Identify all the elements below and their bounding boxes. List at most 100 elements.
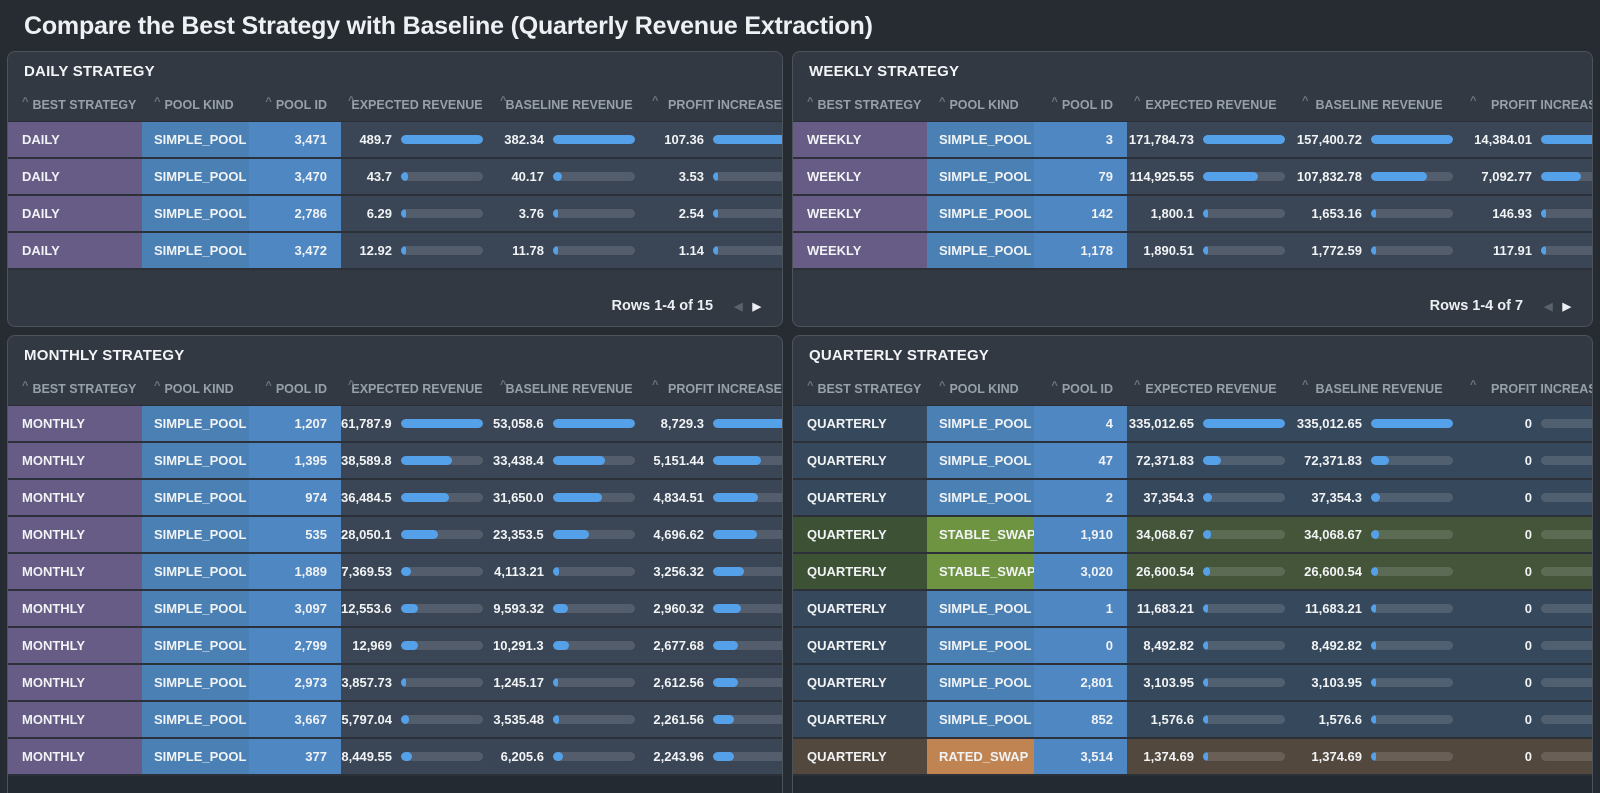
profit-value: 2,960.32 (653, 601, 704, 616)
column-header-profit[interactable]: ^ PROFIT INCREASE (1463, 372, 1592, 405)
expected-value: 114,925.55 (1129, 169, 1194, 184)
table-row[interactable]: DAILY SIMPLE_POOL 2,786 6.29 3.76 2.54 (8, 196, 782, 233)
baseline-bar-track (553, 752, 635, 761)
cell-baseline-revenue: 3,535.48 (493, 702, 645, 737)
column-header-expected[interactable]: ^ EXPECTED REVENUE (1127, 88, 1295, 121)
column-header-pool_id[interactable]: ^ POOL ID (1034, 88, 1127, 121)
expected-bar-fill (401, 172, 409, 181)
expected-bar-track (401, 456, 483, 465)
table-row[interactable]: WEEKLY SIMPLE_POOL 1,178 1,890.51 1,772.59 11… (793, 233, 1592, 270)
profit-bar-fill (713, 172, 718, 181)
table-row[interactable]: DAILY SIMPLE_POOL 3,470 43.7 40.17 3.53 (8, 159, 782, 196)
sort-caret-icon: ^ (1134, 379, 1141, 391)
column-header-pool_id[interactable]: ^ POOL ID (249, 372, 341, 405)
column-header-baseline[interactable]: ^ BASELINE REVENUE (493, 372, 645, 405)
column-header-pool_kind[interactable]: ^ POOL KIND (927, 88, 1034, 121)
profit-bar-fill (713, 641, 739, 650)
column-header-label: PROFIT INCREASE (668, 381, 782, 396)
table-row[interactable]: MONTHLY SIMPLE_POOL 1,889 7,369.53 4,113.21 3… (8, 554, 782, 591)
cell-expected-revenue: 12,969 (341, 628, 493, 663)
profit-bar-fill (713, 530, 758, 539)
table-row[interactable]: QUARTERLY SIMPLE_POOL 1 11,683.21 11,683.21 0 (793, 591, 1592, 628)
cell-best-strategy: QUARTERLY (793, 517, 927, 552)
table-row[interactable]: QUARTERLY SIMPLE_POOL 47 72,371.83 72,371.83… (793, 443, 1592, 480)
cell-best-strategy: QUARTERLY (793, 665, 927, 700)
column-header-baseline[interactable]: ^ BASELINE REVENUE (493, 88, 645, 121)
table-row[interactable]: QUARTERLY SIMPLE_POOL 4 335,012.65 335,012.6… (793, 406, 1592, 443)
baseline-bar-track (553, 246, 635, 255)
column-header-pool_id[interactable]: ^ POOL ID (1034, 372, 1127, 405)
profit-value: 107.36 (664, 132, 704, 147)
table-row[interactable]: MONTHLYSIMPLE_POOL1,39538,589.86 33,438.4… (8, 443, 782, 480)
table-row[interactable]: MONTHLYSIMPLE_POOL53528,050.13 23,353.51 4… (8, 517, 782, 554)
cell-pool-id: 1,910 (1034, 517, 1127, 552)
cell-pool-id: 3,472 (249, 233, 341, 268)
sort-caret-icon: ^ (1470, 379, 1477, 391)
table-row[interactable]: MONTHLYSIMPLE_POOL3,09712,553.64 9,593.32… (8, 591, 782, 628)
cell-best-strategy: MONTHLY (8, 665, 142, 700)
table-row[interactable]: WEEKLY SIMPLE_POOL 79 114,925.55 107,832.78 7… (793, 159, 1592, 196)
column-header-expected[interactable]: ^ EXPECTED REVENUE (341, 88, 493, 121)
table-row[interactable]: QUARTERLY STABLE_SWAP 3,020 26,600.54 26,600… (793, 554, 1592, 591)
sort-caret-icon: ^ (154, 95, 161, 108)
table-row[interactable]: MONTHLY SIMPLE_POOL 2,973 3,857.73 1,245.17 2… (8, 665, 782, 702)
table-row[interactable]: WEEKLY SIMPLE_POOL 142 1,800.1 1,653.16 146.9… (793, 196, 1592, 233)
column-header-strategy[interactable]: ^ BEST STRATEGY (8, 372, 142, 405)
table-row[interactable]: MONTHLY SIMPLE_POOL 377 8,449.55 6,205.6 2,24… (8, 739, 782, 776)
table-row[interactable]: QUARTERLY SIMPLE_POOL 2 37,354.3 37,354.3 0 (793, 480, 1592, 517)
cell-pool-kind: SIMPLE_POOL (142, 702, 249, 737)
column-header-pool_kind[interactable]: ^ POOL KIND (142, 88, 249, 121)
table-row[interactable]: QUARTERLY SIMPLE_POOL 0 8,492.82 8,492.82 0 (793, 628, 1592, 665)
column-header-pool_id[interactable]: ^ POOL ID (249, 88, 341, 121)
expected-bar-track (1203, 752, 1285, 761)
cell-pool-id: 852 (1034, 702, 1127, 737)
table-body: MONTHLYSIMPLE_POOL1,20761,787.9353,058.6… (8, 406, 782, 776)
column-header-expected[interactable]: ^ EXPECTED REVENUE (341, 372, 493, 405)
column-header-profit[interactable]: ^ PROFIT INCREASE (1463, 88, 1592, 121)
cell-best-strategy: QUARTERLY (793, 406, 927, 441)
next-page-button[interactable]: ▶ (748, 298, 766, 315)
table-row[interactable]: MONTHLY SIMPLE_POOL 3,667 5,797.04 3,535.48 2… (8, 702, 782, 739)
column-header-profit[interactable]: ^ PROFIT INCREASE (645, 88, 782, 121)
column-header-strategy[interactable]: ^ BEST STRATEGY (8, 88, 142, 121)
table-row[interactable]: QUARTERLY RATED_SWAP 3,514 1,374.69 1,374.69… (793, 739, 1592, 776)
column-header-pool_kind[interactable]: ^ POOL KIND (142, 372, 249, 405)
table-row[interactable]: DAILY SIMPLE_POOL 3,471 489.7 382.34 107.36 (8, 122, 782, 159)
table-row[interactable]: QUARTERLY SIMPLE_POOL 852 1,576.6 1,576.6 0 (793, 702, 1592, 739)
cell-pool-id: 377 (249, 739, 341, 774)
table-row[interactable]: MONTHLYSIMPLE_POOL1,20761,787.93 53,058.6… (8, 406, 782, 443)
table-row[interactable]: QUARTERLY STABLE_SWAP 1,910 34,068.67 34,068… (793, 517, 1592, 554)
expected-bar-fill (401, 604, 418, 613)
baseline-bar-track (553, 678, 635, 687)
cell-baseline-revenue: 11,683.21 (1295, 591, 1463, 626)
cell-pool-id: 3,667 (249, 702, 341, 737)
prev-page-button[interactable]: ◀ (1539, 298, 1557, 315)
table-row[interactable]: MONTHLYSIMPLE_POOL97436,484.52 31,650.01 4… (8, 480, 782, 517)
baseline-value: 9,593.32 (493, 601, 544, 616)
next-page-button[interactable]: ▶ (1558, 298, 1576, 315)
column-header-pool_kind[interactable]: ^ POOL KIND (927, 372, 1034, 405)
profit-value: 0 (1524, 453, 1532, 468)
column-header-strategy[interactable]: ^ BEST STRATEGY (793, 88, 927, 121)
table-row[interactable]: WEEKLY SIMPLE_POOL 3 171,784.73 157,400.72 14… (793, 122, 1592, 159)
column-header-label: BEST STRATEGY (32, 381, 137, 396)
table-row[interactable]: MONTHLYSIMPLE_POOL2,799 12,969 10,291.32 2,… (8, 628, 782, 665)
expected-bar-track (401, 135, 483, 144)
cell-pool-id: 974 (249, 480, 341, 515)
cell-baseline-revenue: 8,492.82 (1295, 628, 1463, 663)
column-header-expected[interactable]: ^ EXPECTED REVENUE (1127, 372, 1295, 405)
table-row[interactable]: QUARTERLY SIMPLE_POOL 2,801 3,103.95 3,103.9… (793, 665, 1592, 702)
column-header-baseline[interactable]: ^ BASELINE REVENUE (1295, 372, 1463, 405)
baseline-value: 382.34 (504, 132, 544, 147)
cell-best-strategy: MONTHLY (8, 591, 142, 626)
cell-baseline-revenue: 11.78 (493, 233, 645, 268)
baseline-value: 1,653.16 (1311, 206, 1362, 221)
column-header-baseline[interactable]: ^ BASELINE REVENUE (1295, 88, 1463, 121)
cell-pool-kind: SIMPLE_POOL (142, 406, 249, 441)
column-header-strategy[interactable]: ^ BEST STRATEGY (793, 372, 927, 405)
prev-page-button[interactable]: ◀ (729, 298, 747, 315)
table-row[interactable]: DAILY SIMPLE_POOL 3,472 12.92 11.78 1.14 (8, 233, 782, 270)
column-header-profit[interactable]: ^ PROFIT INCREASE (645, 372, 782, 405)
expected-bar-track (401, 567, 483, 576)
cell-pool-id: 0 (1034, 628, 1127, 663)
